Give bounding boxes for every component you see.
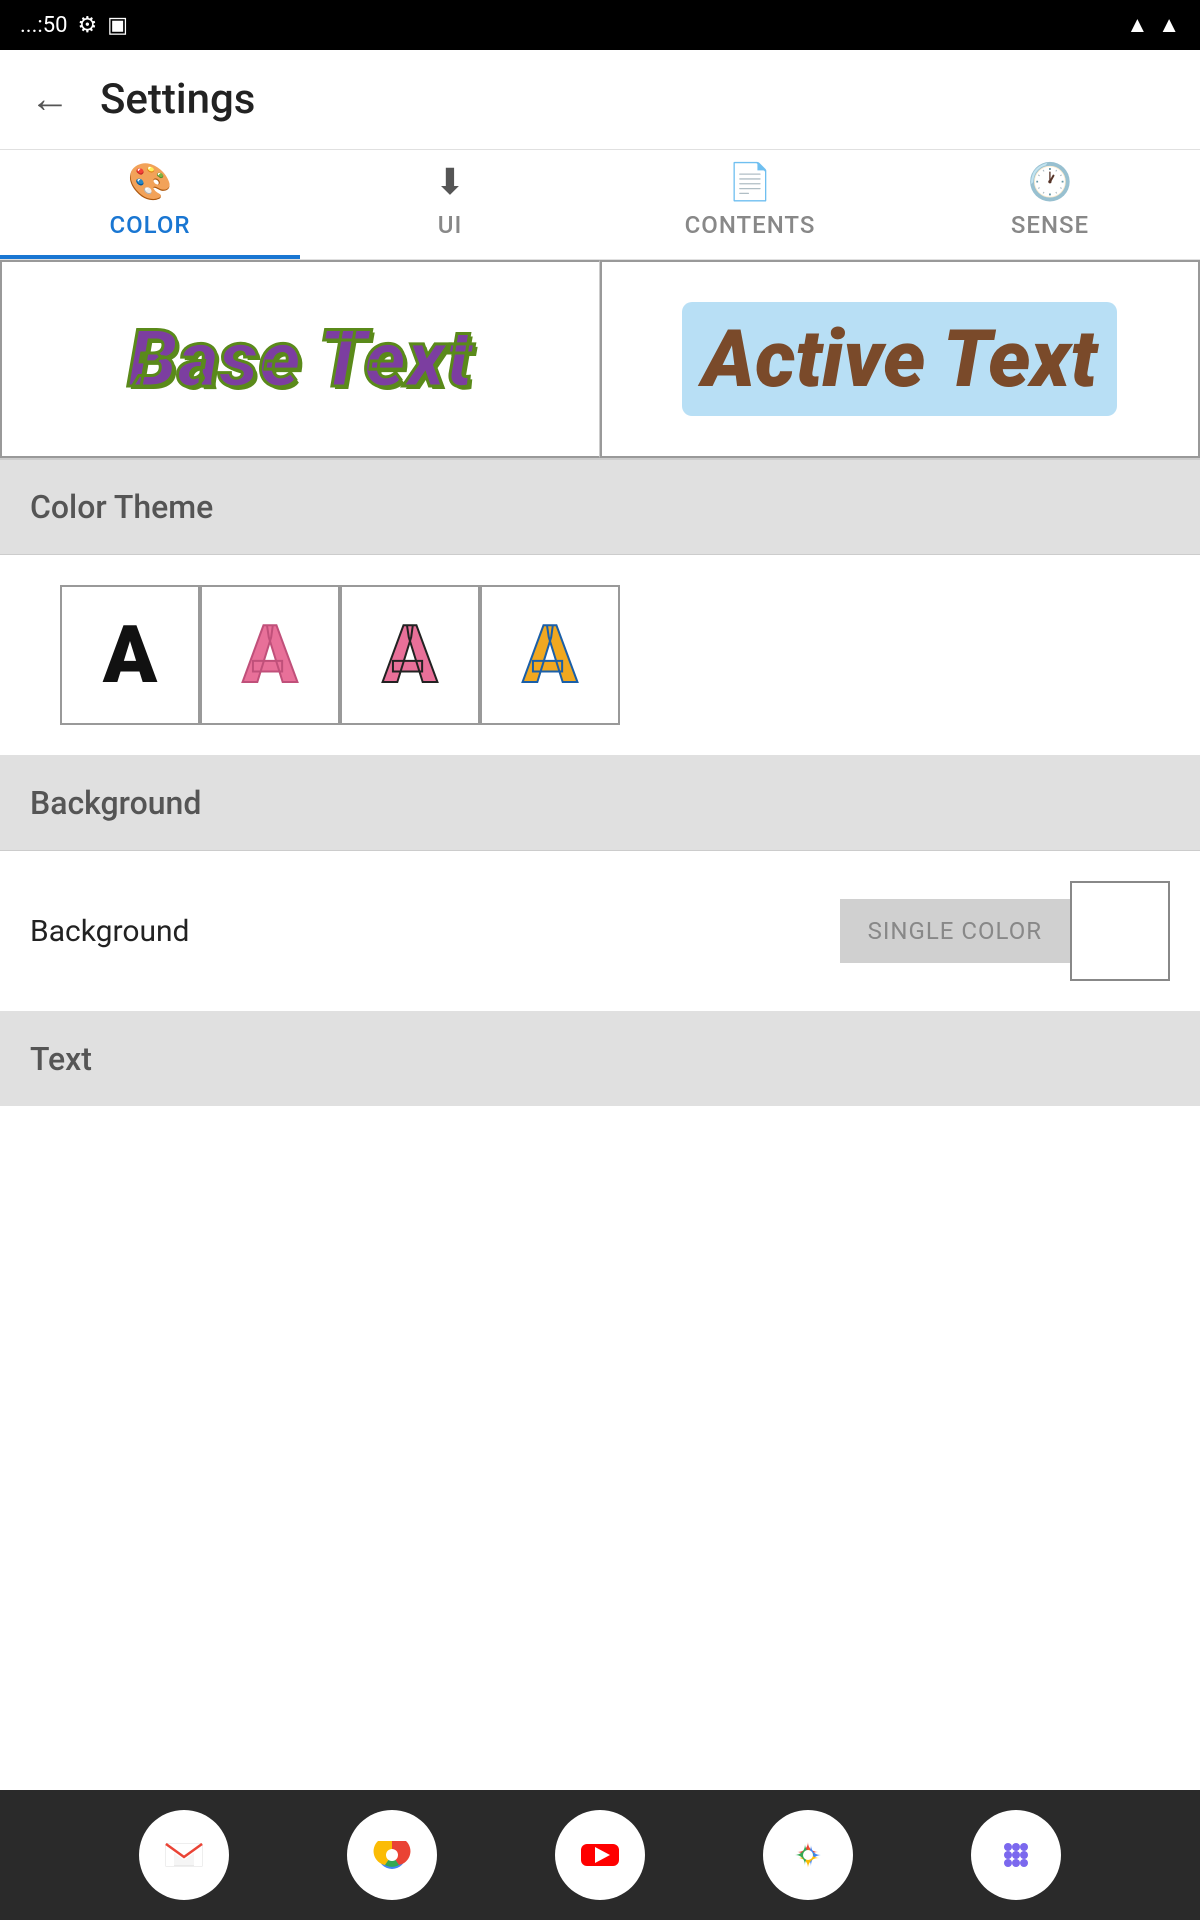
preview-row: Base Text Active Text [0, 260, 1200, 460]
theme-options-row: A A A A [0, 555, 1200, 756]
color-theme-label: Color Theme [30, 488, 213, 526]
theme-option-gold-blue[interactable]: A [480, 585, 620, 725]
white-color-option[interactable] [1070, 881, 1170, 981]
tab-contents[interactable]: 📄 CONTENTS [600, 150, 900, 259]
theme-letter-pink2: A [383, 608, 438, 702]
theme-option-pink-outline[interactable]: A [200, 585, 340, 725]
theme-option-black[interactable]: A [60, 585, 200, 725]
base-text-card[interactable]: Base Text [0, 260, 600, 458]
status-bar: ...:50 ⚙ ▣ ▲ ▲ [0, 0, 1200, 50]
color-tab-label: COLOR [109, 211, 190, 239]
contents-tab-icon: 📄 [728, 161, 773, 203]
active-text-card[interactable]: Active Text [600, 260, 1200, 458]
theme-letter-black: A [103, 608, 158, 702]
header: ← Settings [0, 50, 1200, 150]
status-time: ...:50 [20, 13, 67, 38]
theme-letter-pink: A [243, 608, 298, 702]
status-right: ▲ ▲ [1126, 12, 1180, 38]
wifi-icon: ▲ [1126, 12, 1148, 38]
active-text-preview: Active Text [682, 302, 1117, 416]
tab-ui[interactable]: ⬇ UI [300, 150, 600, 259]
background-row-label: Background [30, 914, 189, 949]
apps-icon[interactable] [971, 1810, 1061, 1900]
youtube-icon[interactable] [555, 1810, 645, 1900]
sense-tab-label: SENSE [1011, 211, 1089, 239]
sense-tab-icon: 🕐 [1028, 161, 1073, 203]
theme-letter-gold: A [523, 608, 578, 702]
tab-sense[interactable]: 🕐 SENSE [900, 150, 1200, 259]
background-row: Background SINGLE COLOR [0, 851, 1200, 1012]
status-left: ...:50 ⚙ ▣ [20, 13, 128, 38]
sim-icon: ▣ [107, 13, 128, 38]
single-color-option[interactable]: SINGLE COLOR [840, 899, 1070, 963]
single-color-label: SINGLE COLOR [868, 917, 1042, 945]
bottom-nav [0, 1790, 1200, 1920]
color-tab-icon: 🎨 [128, 161, 173, 203]
text-section-label: Text [30, 1040, 92, 1078]
main-content: Base Text Active Text Color Theme A A A … [0, 260, 1200, 1790]
page-title: Settings [100, 75, 255, 124]
ui-tab-label: UI [438, 211, 463, 239]
contents-tab-label: CONTENTS [685, 211, 816, 239]
tabs-bar: 🎨 COLOR ⬇ UI 📄 CONTENTS 🕐 SENSE [0, 150, 1200, 260]
background-options: SINGLE COLOR [840, 881, 1170, 981]
background-section-header: Background [0, 756, 1200, 850]
color-theme-section-header: Color Theme [0, 460, 1200, 554]
settings-icon: ⚙ [77, 13, 97, 38]
ui-tab-icon: ⬇ [435, 161, 465, 203]
background-section-label: Background [30, 784, 201, 822]
base-text-preview: Base Text [128, 312, 473, 406]
chrome-icon[interactable] [347, 1810, 437, 1900]
theme-option-pink-black[interactable]: A [340, 585, 480, 725]
text-section-header: Text [0, 1012, 1200, 1106]
signal-icon: ▲ [1158, 12, 1180, 38]
back-button[interactable]: ← [30, 77, 70, 122]
photos-icon[interactable] [763, 1810, 853, 1900]
gmail-icon[interactable] [139, 1810, 229, 1900]
tab-color[interactable]: 🎨 COLOR [0, 150, 300, 259]
